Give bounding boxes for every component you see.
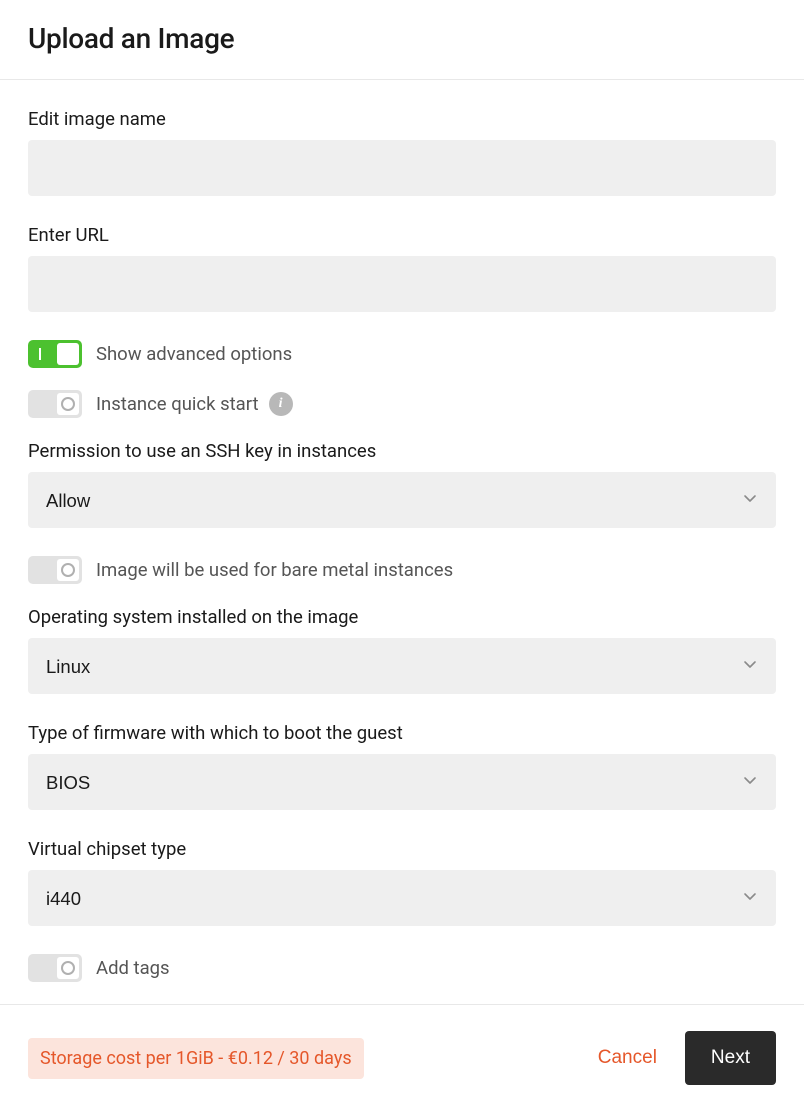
info-icon[interactable]: i	[269, 392, 293, 416]
bare-metal-toggle-row: Image will be used for bare metal instan…	[28, 556, 776, 584]
url-input[interactable]	[28, 256, 776, 312]
upload-form: Edit image name Enter URL Show advanced …	[0, 80, 804, 982]
chipset-label: Virtual chipset type	[28, 838, 776, 860]
image-name-label: Edit image name	[28, 108, 776, 130]
firmware-field: Type of firmware with which to boot the …	[28, 722, 776, 810]
ssh-permission-select[interactable]: Allow	[28, 472, 776, 528]
footer-actions: Cancel Next	[598, 1031, 776, 1085]
bare-metal-toggle[interactable]	[28, 556, 82, 584]
quick-start-toggle[interactable]	[28, 390, 82, 418]
advanced-toggle-row: Show advanced options	[28, 340, 776, 368]
quick-start-toggle-label: Instance quick start i	[96, 392, 293, 416]
next-button[interactable]: Next	[685, 1031, 776, 1085]
os-select[interactable]: Linux	[28, 638, 776, 694]
page-title: Upload an Image	[28, 22, 776, 55]
quick-start-label-text: Instance quick start	[96, 393, 259, 415]
url-field: Enter URL	[28, 224, 776, 312]
image-name-field: Edit image name	[28, 108, 776, 196]
ssh-permission-field: Permission to use an SSH key in instance…	[28, 440, 776, 528]
cancel-button[interactable]: Cancel	[598, 1047, 657, 1069]
add-tags-toggle-row: Add tags	[28, 954, 776, 982]
advanced-toggle-label: Show advanced options	[96, 343, 292, 365]
storage-cost-badge: Storage cost per 1GiB - €0.12 / 30 days	[28, 1038, 364, 1079]
firmware-select[interactable]: BIOS	[28, 754, 776, 810]
url-label: Enter URL	[28, 224, 776, 246]
os-field: Operating system installed on the image …	[28, 606, 776, 694]
header: Upload an Image	[0, 0, 804, 80]
image-name-input[interactable]	[28, 140, 776, 196]
add-tags-toggle-label: Add tags	[96, 957, 170, 979]
os-label: Operating system installed on the image	[28, 606, 776, 628]
chipset-field: Virtual chipset type i440	[28, 838, 776, 926]
firmware-label: Type of firmware with which to boot the …	[28, 722, 776, 744]
advanced-toggle[interactable]	[28, 340, 82, 368]
ssh-permission-label: Permission to use an SSH key in instance…	[28, 440, 776, 462]
footer: Storage cost per 1GiB - €0.12 / 30 days …	[0, 1004, 804, 1111]
quick-start-toggle-row: Instance quick start i	[28, 390, 776, 418]
bare-metal-toggle-label: Image will be used for bare metal instan…	[96, 559, 453, 581]
add-tags-toggle[interactable]	[28, 954, 82, 982]
chipset-select[interactable]: i440	[28, 870, 776, 926]
